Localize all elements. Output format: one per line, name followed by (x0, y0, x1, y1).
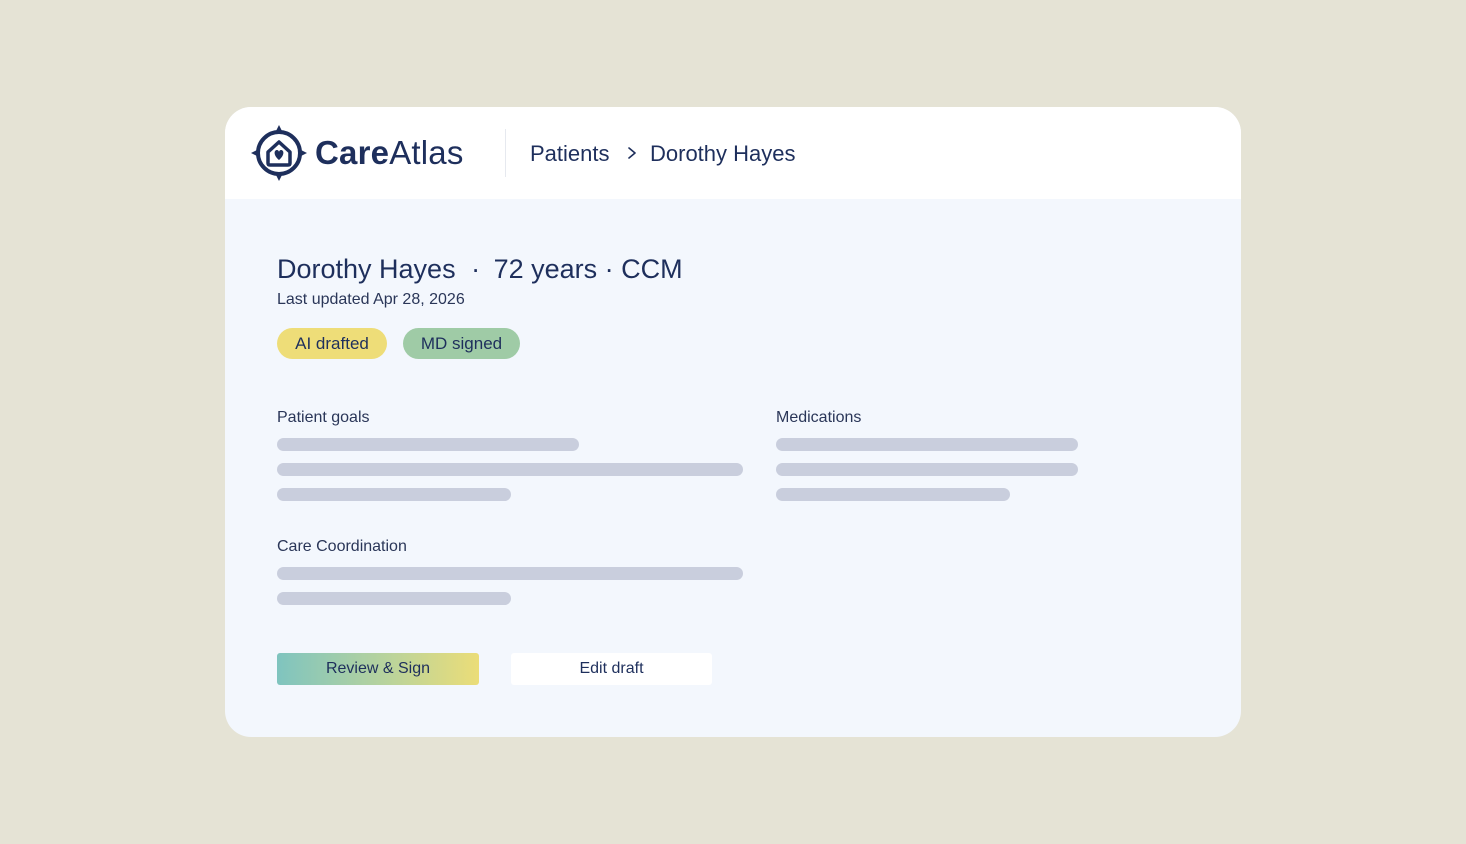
section-title-medications: Medications (776, 409, 862, 426)
last-updated-text: Last updated Apr 28, 2026 (277, 291, 465, 308)
skeleton-line (277, 463, 743, 476)
skeleton-line (776, 463, 1078, 476)
patient-name: Dorothy Hayes (277, 254, 456, 284)
care-plan-card: CareAtlas Patients Dorothy Hayes Dorothy… (225, 107, 1241, 737)
compass-home-heart-icon (251, 125, 307, 181)
review-sign-button[interactable]: Review & Sign (277, 653, 479, 685)
brand-name-secondary: Atlas (389, 134, 464, 171)
top-bar: CareAtlas Patients Dorothy Hayes (225, 107, 1241, 199)
status-badge-ai-drafted: AI drafted (277, 328, 387, 359)
skeleton-line (776, 438, 1078, 451)
breadcrumb-patients-link[interactable]: Patients (530, 140, 610, 168)
breadcrumb-current-patient: Dorothy Hayes (650, 141, 796, 166)
skeleton-line (277, 438, 579, 451)
header-divider (505, 129, 506, 177)
skeleton-line (776, 488, 1010, 501)
section-title-patient-goals: Patient goals (277, 409, 370, 426)
skeleton-line (277, 488, 511, 501)
skeleton-line (277, 592, 511, 605)
edit-draft-button[interactable]: Edit draft (511, 653, 712, 685)
brand-wordmark: CareAtlas (315, 133, 464, 173)
patient-details: 72 years · CCM (493, 254, 683, 284)
status-badge-md-signed: MD signed (403, 328, 520, 359)
section-title-care-coordination: Care Coordination (277, 538, 407, 555)
skeleton-line (277, 567, 743, 580)
title-separator: · (471, 254, 481, 284)
patient-header: Dorothy Hayes · 72 years · CCM (277, 252, 683, 286)
brand-name-primary: Care (315, 134, 390, 171)
chevron-right-icon (628, 147, 636, 159)
